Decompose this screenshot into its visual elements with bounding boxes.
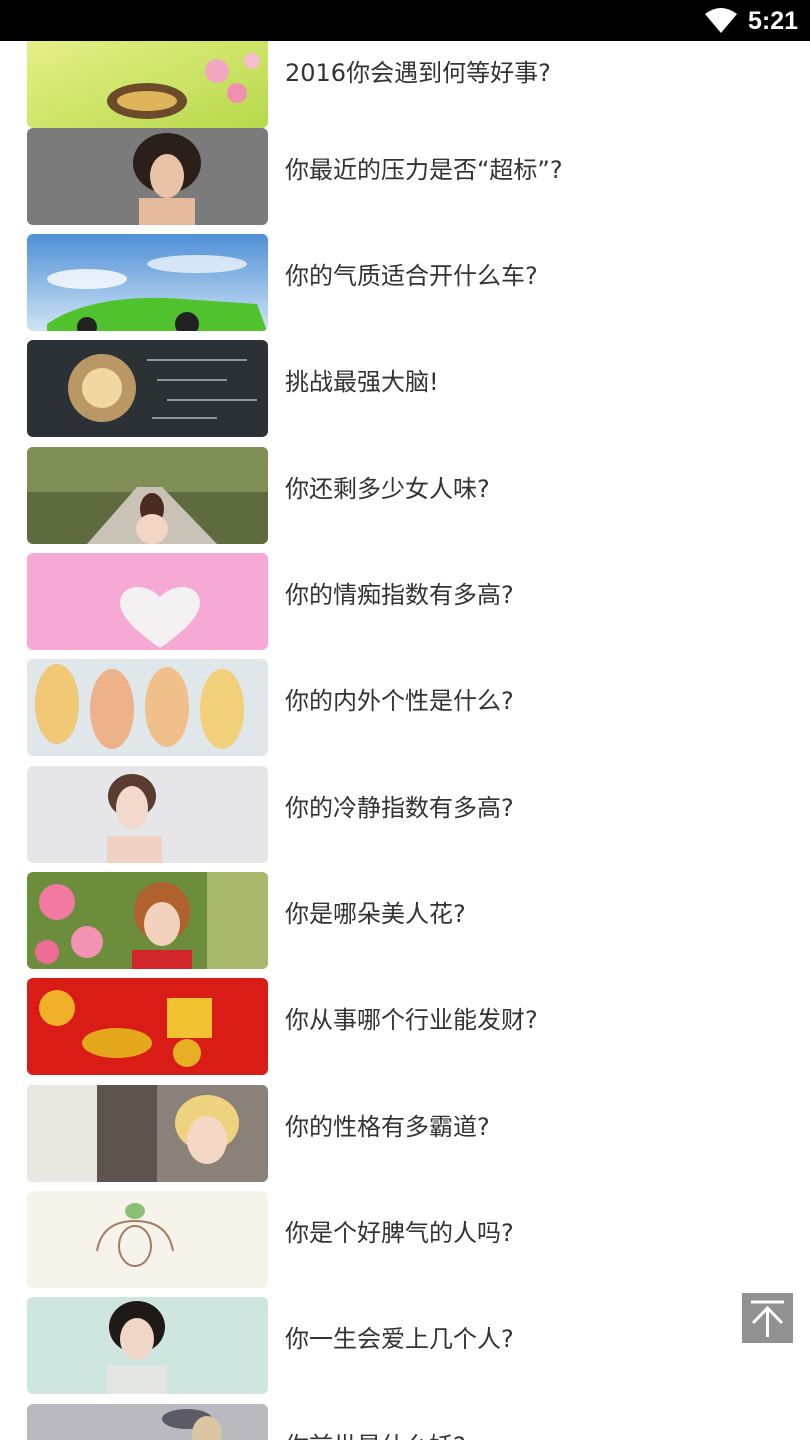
quiz-title[interactable]: 你还剩多少女人味? bbox=[285, 473, 490, 505]
quiz-list-item[interactable]: 你一生会爱上几个人? bbox=[0, 1297, 810, 1403]
quiz-list-item[interactable]: 你还剩多少女人味? bbox=[0, 447, 810, 553]
quiz-title[interactable]: 你前世是什么妖? bbox=[285, 1430, 466, 1440]
wifi-icon bbox=[705, 8, 737, 33]
quiz-list-item[interactable]: 你的气质适合开什么车? bbox=[0, 234, 810, 340]
quiz-list-item[interactable]: 你是个好脾气的人吗? bbox=[0, 1191, 810, 1297]
quiz-list[interactable]: 2016你会遇到何等好事? 你最近的压力是否“超标”? 你的气质适合开什么车? … bbox=[0, 41, 810, 1440]
quiz-list-item[interactable]: 你的内外个性是什么? bbox=[0, 659, 810, 765]
quiz-list-item[interactable]: 你的性格有多霸道? bbox=[0, 1085, 810, 1191]
quiz-thumbnail[interactable] bbox=[27, 340, 268, 437]
quiz-list-item[interactable]: 你前世是什么妖? bbox=[0, 1404, 810, 1440]
status-bar: 5:21 bbox=[0, 0, 810, 41]
quiz-thumbnail[interactable] bbox=[27, 1191, 268, 1288]
quiz-title[interactable]: 你的冷静指数有多高? bbox=[285, 792, 514, 824]
quiz-list-item[interactable]: 你是哪朵美人花? bbox=[0, 872, 810, 978]
quiz-title[interactable]: 你的内外个性是什么? bbox=[285, 685, 514, 717]
arrow-to-top-icon bbox=[751, 1300, 784, 1337]
quiz-thumbnail[interactable] bbox=[27, 766, 268, 863]
quiz-thumbnail[interactable] bbox=[27, 234, 268, 331]
status-time: 5:21 bbox=[748, 7, 799, 35]
quiz-title[interactable]: 你的情痴指数有多高? bbox=[285, 579, 514, 611]
quiz-thumbnail[interactable] bbox=[27, 128, 268, 225]
quiz-thumbnail[interactable] bbox=[27, 659, 268, 756]
quiz-thumbnail[interactable] bbox=[27, 41, 268, 128]
quiz-title[interactable]: 你是哪朵美人花? bbox=[285, 898, 466, 930]
quiz-thumbnail[interactable] bbox=[27, 978, 268, 1075]
back-to-top-button[interactable] bbox=[742, 1293, 793, 1343]
quiz-title[interactable]: 你是个好脾气的人吗? bbox=[285, 1217, 514, 1249]
quiz-list-item[interactable]: 你最近的压力是否“超标”? bbox=[0, 128, 810, 234]
quiz-title[interactable]: 你从事哪个行业能发财? bbox=[285, 1004, 538, 1036]
quiz-thumbnail[interactable] bbox=[27, 1297, 268, 1394]
quiz-title[interactable]: 挑战最强大脑! bbox=[285, 366, 439, 398]
quiz-thumbnail[interactable] bbox=[27, 447, 268, 544]
quiz-title[interactable]: 你一生会爱上几个人? bbox=[285, 1323, 514, 1355]
quiz-list-item[interactable]: 你的情痴指数有多高? bbox=[0, 553, 810, 659]
quiz-thumbnail[interactable] bbox=[27, 553, 268, 650]
quiz-list-item[interactable]: 你的冷静指数有多高? bbox=[0, 766, 810, 872]
quiz-list-item[interactable]: 你从事哪个行业能发财? bbox=[0, 978, 810, 1084]
quiz-title[interactable]: 你的气质适合开什么车? bbox=[285, 260, 538, 292]
quiz-title[interactable]: 你最近的压力是否“超标”? bbox=[285, 154, 563, 186]
quiz-thumbnail[interactable] bbox=[27, 1085, 268, 1182]
quiz-thumbnail[interactable] bbox=[27, 1404, 268, 1440]
quiz-list-item[interactable]: 挑战最强大脑! bbox=[0, 340, 810, 446]
quiz-title[interactable]: 2016你会遇到何等好事? bbox=[285, 57, 551, 89]
quiz-list-item[interactable]: 2016你会遇到何等好事? bbox=[0, 41, 810, 137]
quiz-title[interactable]: 你的性格有多霸道? bbox=[285, 1111, 490, 1143]
quiz-thumbnail[interactable] bbox=[27, 872, 268, 969]
